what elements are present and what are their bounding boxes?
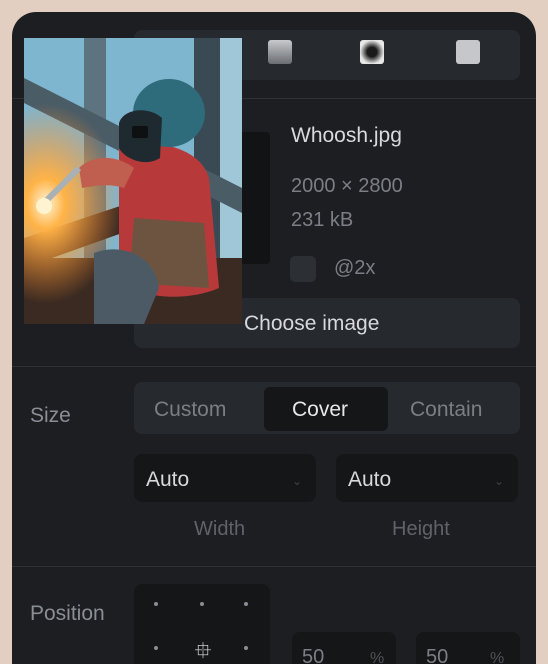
position-x-unit: % xyxy=(370,650,385,664)
image-preview xyxy=(24,38,242,324)
size-option-cover[interactable]: Cover xyxy=(292,398,348,422)
radial-gradient-icon[interactable] xyxy=(360,40,384,64)
solid-square-icon[interactable] xyxy=(456,40,480,64)
anchor-dot[interactable] xyxy=(244,646,248,650)
background-settings-panel: Whoosh.jpg 2000 × 2800 231 kB @2x Choose… xyxy=(12,12,536,664)
anchor-dot[interactable] xyxy=(200,602,204,606)
retina-checkbox[interactable] xyxy=(290,256,316,282)
divider xyxy=(12,566,536,567)
height-caption: Height xyxy=(392,518,450,540)
size-option-custom[interactable]: Custom xyxy=(154,398,226,422)
width-value: Auto xyxy=(146,468,190,491)
chevron-down-icon[interactable]: ⌄ xyxy=(292,474,302,488)
anchor-dot[interactable] xyxy=(154,646,158,650)
anchor-dot[interactable] xyxy=(154,602,158,606)
file-size: 231 kB xyxy=(291,209,354,231)
center-anchor-icon[interactable]: ⯐ xyxy=(188,636,218,664)
chevron-down-icon[interactable]: ⌄ xyxy=(494,474,504,488)
welder-photo xyxy=(24,38,242,324)
size-label: Size xyxy=(30,404,71,427)
position-x-value: 50 xyxy=(302,646,325,664)
choose-image-label: Choose image xyxy=(244,312,380,335)
gradient-square-icon[interactable] xyxy=(268,40,292,64)
position-label: Position xyxy=(30,602,105,625)
file-name: Whoosh.jpg xyxy=(291,124,402,147)
position-y-unit: % xyxy=(490,650,505,664)
size-option-contain[interactable]: Contain xyxy=(410,398,482,422)
width-caption: Width xyxy=(194,518,246,540)
anchor-dot[interactable] xyxy=(244,602,248,606)
height-value: Auto xyxy=(348,468,392,491)
retina-label: @2x xyxy=(334,257,376,279)
file-dimensions: 2000 × 2800 xyxy=(291,175,403,197)
divider xyxy=(12,366,536,367)
position-y-value: 50 xyxy=(426,646,449,664)
